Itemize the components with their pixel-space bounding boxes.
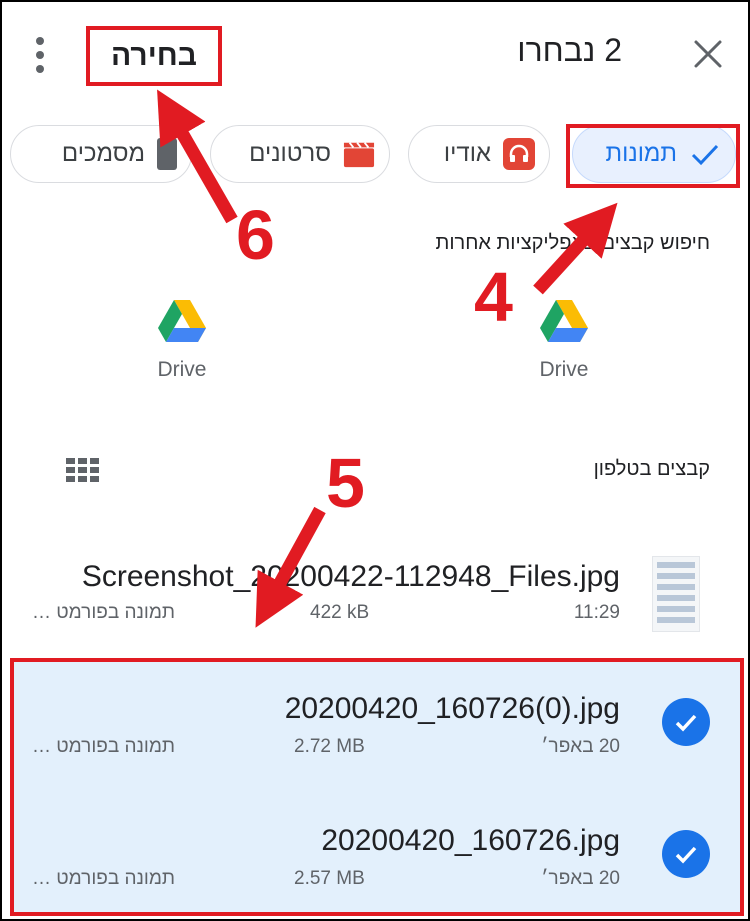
arrow-to-select [157, 89, 238, 224]
annotation-number-6: 6 [236, 196, 275, 274]
annotation-number-4: 4 [474, 258, 513, 336]
annotation-number-5: 5 [326, 444, 365, 522]
arrow-to-files [255, 506, 326, 628]
arrow-to-images [533, 202, 618, 295]
annotation-arrows [157, 89, 618, 628]
